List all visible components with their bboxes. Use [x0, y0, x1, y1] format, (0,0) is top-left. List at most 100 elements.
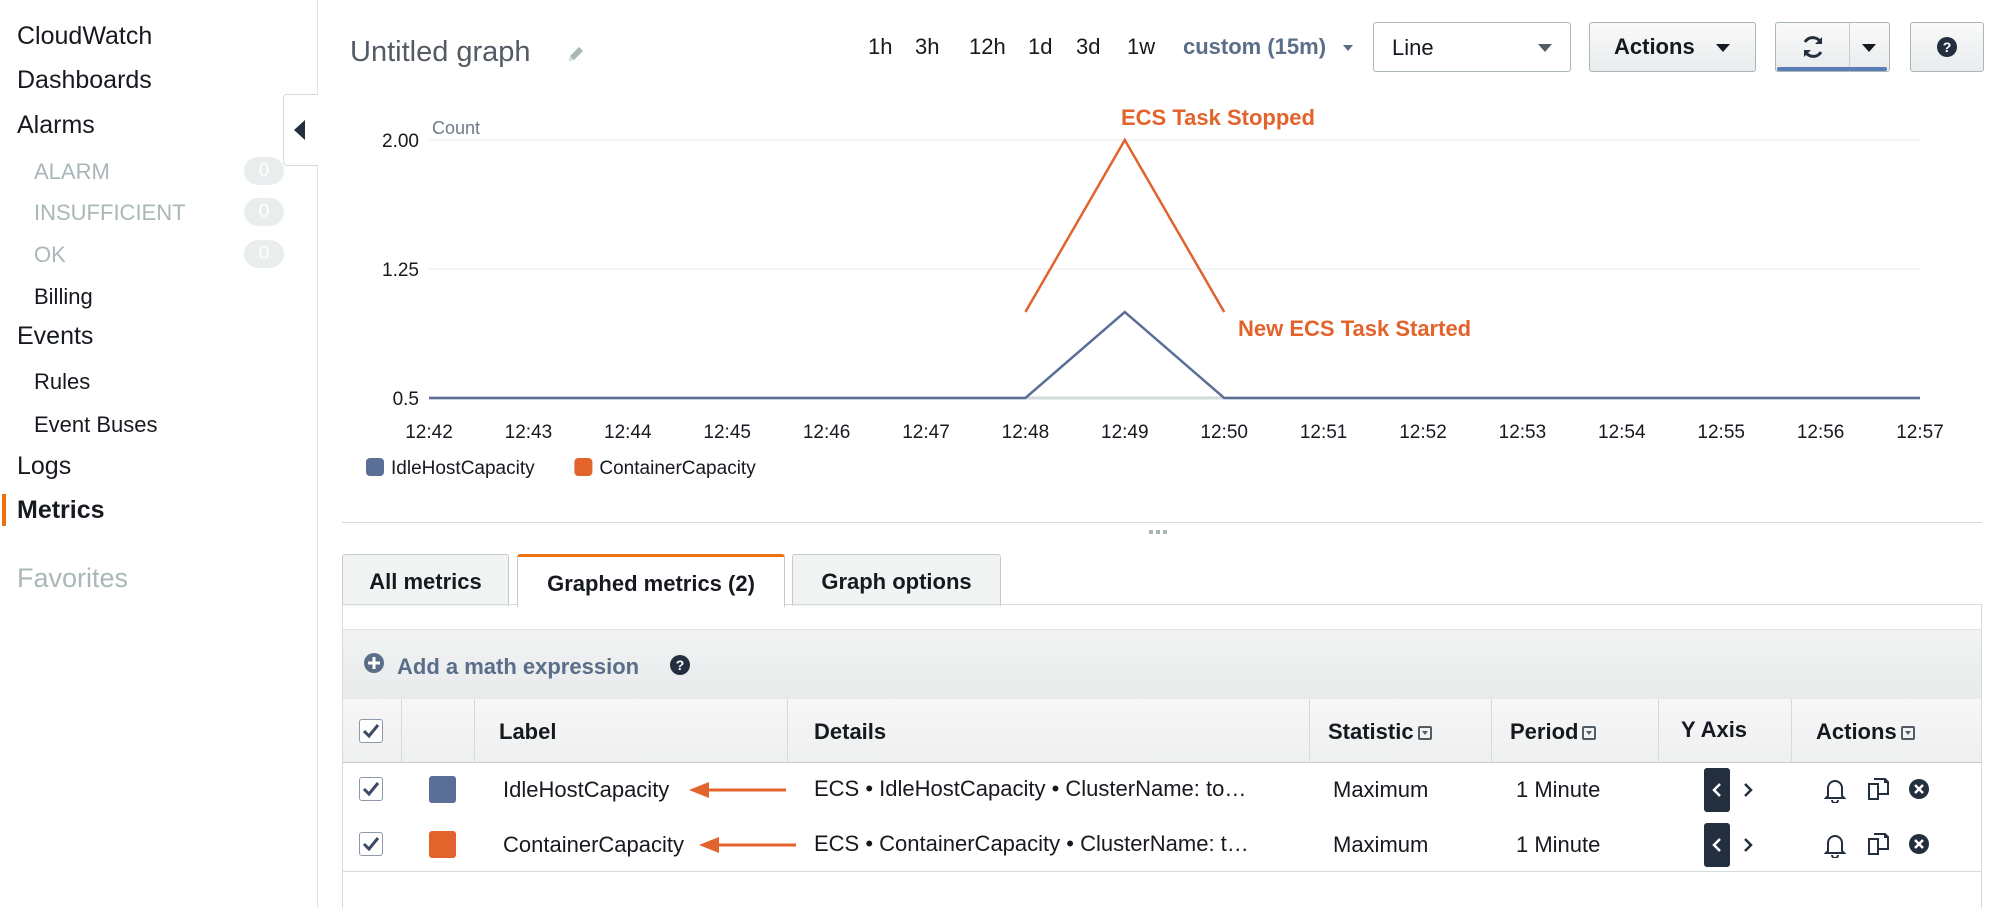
statistic-header-text: Statistic: [1328, 719, 1414, 744]
sort-icon[interactable]: [1900, 726, 1915, 740]
nav-events[interactable]: Events: [17, 322, 93, 351]
statistic-column-header[interactable]: Statistic: [1310, 699, 1492, 763]
refresh-icon: [1803, 36, 1823, 58]
annotation-label: New ECS Task Started: [1238, 316, 1471, 341]
ok-count-badge: 0: [244, 240, 284, 268]
y-axis: 2.00 1.25 0.5: [382, 131, 419, 410]
period-header-text: Period: [1510, 719, 1579, 744]
nav-alarm-state-alarm[interactable]: ALARM: [34, 159, 110, 185]
label-column-header[interactable]: Label: [475, 699, 788, 763]
graph-title[interactable]: Untitled graph: [350, 36, 531, 69]
svg-text:?: ?: [676, 657, 685, 673]
annotation-label: ECS Task Stopped: [1121, 105, 1315, 130]
metric-label[interactable]: ContainerCapacity: [503, 832, 684, 858]
active-indicator: [2, 494, 6, 526]
bell-icon[interactable]: [1823, 832, 1847, 858]
x-tick-label: 12:52: [1399, 422, 1447, 443]
nav-alarm-state-ok[interactable]: OK: [34, 242, 66, 268]
nav-cloudwatch[interactable]: CloudWatch: [17, 22, 152, 51]
range-3h-button[interactable]: 3h: [915, 34, 939, 60]
period-column-header[interactable]: Period: [1492, 699, 1659, 763]
metric-statistic[interactable]: Maximum: [1333, 777, 1428, 803]
help-button[interactable]: ?: [1910, 22, 1984, 72]
y-axis-label: Count: [432, 118, 480, 138]
sort-icon[interactable]: [1582, 726, 1597, 740]
checkmark-icon: [362, 724, 380, 739]
details-column-header[interactable]: Details: [788, 699, 1310, 763]
x-tick-label: 12:57: [1896, 422, 1944, 443]
x-tick-label: 12:46: [803, 422, 851, 443]
bell-icon[interactable]: [1823, 777, 1847, 803]
y-axis-left-button[interactable]: [1704, 768, 1730, 812]
metric-period[interactable]: 1 Minute: [1516, 832, 1600, 858]
graph-type-select[interactable]: Line: [1373, 22, 1571, 72]
row-checkbox[interactable]: [359, 832, 383, 856]
checkmark-icon: [362, 782, 380, 797]
legend-label: ContainerCapacity: [599, 458, 756, 479]
tab-all-metrics[interactable]: All metrics: [342, 554, 509, 606]
range-custom-button[interactable]: custom (15m): [1183, 34, 1326, 60]
nav-rules[interactable]: Rules: [34, 369, 90, 395]
tab-graph-options[interactable]: Graph options: [792, 554, 1001, 606]
row-checkbox[interactable]: [359, 777, 383, 801]
alarm-count-badge: 0: [244, 157, 284, 185]
duplicate-icon[interactable]: [1865, 831, 1891, 857]
arrow-left-icon: [689, 782, 786, 798]
y-axis-right-button[interactable]: [1738, 830, 1758, 860]
y-axis-left-button[interactable]: [1704, 823, 1730, 867]
select-all-checkbox[interactable]: [359, 719, 383, 743]
nav-alarms[interactable]: Alarms: [17, 111, 95, 140]
checkmark-icon: [362, 837, 380, 852]
range-1w-button[interactable]: 1w: [1127, 34, 1155, 60]
refresh-button[interactable]: [1775, 22, 1851, 72]
pencil-icon[interactable]: [566, 44, 586, 64]
x-tick-label: 12:53: [1499, 422, 1547, 443]
nav-dashboards[interactable]: Dashboards: [17, 66, 152, 95]
tab-graphed-metrics[interactable]: Graphed metrics (2): [517, 554, 785, 607]
collapse-sidebar-button[interactable]: [283, 94, 318, 166]
insufficient-count-badge: 0: [244, 198, 284, 226]
nav-alarm-state-insufficient[interactable]: INSUFFICIENT: [34, 200, 186, 226]
remove-icon[interactable]: [1908, 833, 1930, 855]
color-column-header: [402, 699, 475, 763]
remove-icon[interactable]: [1908, 778, 1930, 800]
plus-circle-icon[interactable]: [363, 652, 385, 674]
range-1h-button[interactable]: 1h: [868, 34, 892, 60]
nav-favorites[interactable]: Favorites: [17, 563, 128, 594]
actions-header-text: Actions: [1816, 719, 1897, 744]
range-1d-button[interactable]: 1d: [1028, 34, 1052, 60]
metric-period[interactable]: 1 Minute: [1516, 777, 1600, 803]
y-axis-right-button[interactable]: [1738, 775, 1758, 805]
actions-column-header[interactable]: Actions: [1792, 699, 1981, 763]
metric-details: ECS • ContainerCapacity • ClusterName: t…: [814, 831, 1249, 856]
range-12h-button[interactable]: 12h: [969, 34, 1006, 60]
actions-button-label: Actions: [1614, 34, 1695, 59]
nav-metrics[interactable]: Metrics: [17, 496, 105, 525]
nav-logs[interactable]: Logs: [17, 452, 71, 481]
x-tick-label: 12:51: [1300, 422, 1348, 443]
resize-handle-icon[interactable]: [1149, 528, 1169, 536]
series-color-swatch[interactable]: [429, 831, 456, 858]
nav-billing[interactable]: Billing: [34, 284, 93, 310]
tab-label: Graphed metrics (2): [547, 571, 755, 596]
x-tick-label: 12:49: [1101, 422, 1149, 443]
nav-event-buses[interactable]: Event Buses: [34, 412, 158, 438]
x-tick-label: 12:48: [1002, 422, 1050, 443]
duplicate-icon[interactable]: [1865, 776, 1891, 802]
add-math-expression-link[interactable]: Add a math expression: [397, 654, 639, 680]
chevron-left-icon: [1712, 783, 1721, 797]
range-3d-button[interactable]: 3d: [1076, 34, 1100, 60]
series-color-swatch[interactable]: [429, 776, 456, 803]
chart-legend[interactable]: IdleHostCapacity ContainerCapacity: [366, 458, 756, 479]
metric-statistic[interactable]: Maximum: [1333, 832, 1428, 858]
sort-icon[interactable]: [1417, 726, 1432, 740]
help-icon: ?: [1937, 37, 1957, 57]
refresh-options-dropdown[interactable]: [1849, 22, 1890, 72]
y-tick-label: 2.00: [382, 131, 419, 152]
math-expression-bar: Add a math expression ?: [343, 629, 1981, 701]
y-tick-label: 1.25: [382, 260, 419, 281]
chevron-down-icon: [1343, 45, 1353, 51]
actions-dropdown-button[interactable]: Actions: [1589, 22, 1756, 72]
metric-label[interactable]: IdleHostCapacity: [503, 777, 669, 803]
help-icon[interactable]: ?: [669, 654, 691, 676]
